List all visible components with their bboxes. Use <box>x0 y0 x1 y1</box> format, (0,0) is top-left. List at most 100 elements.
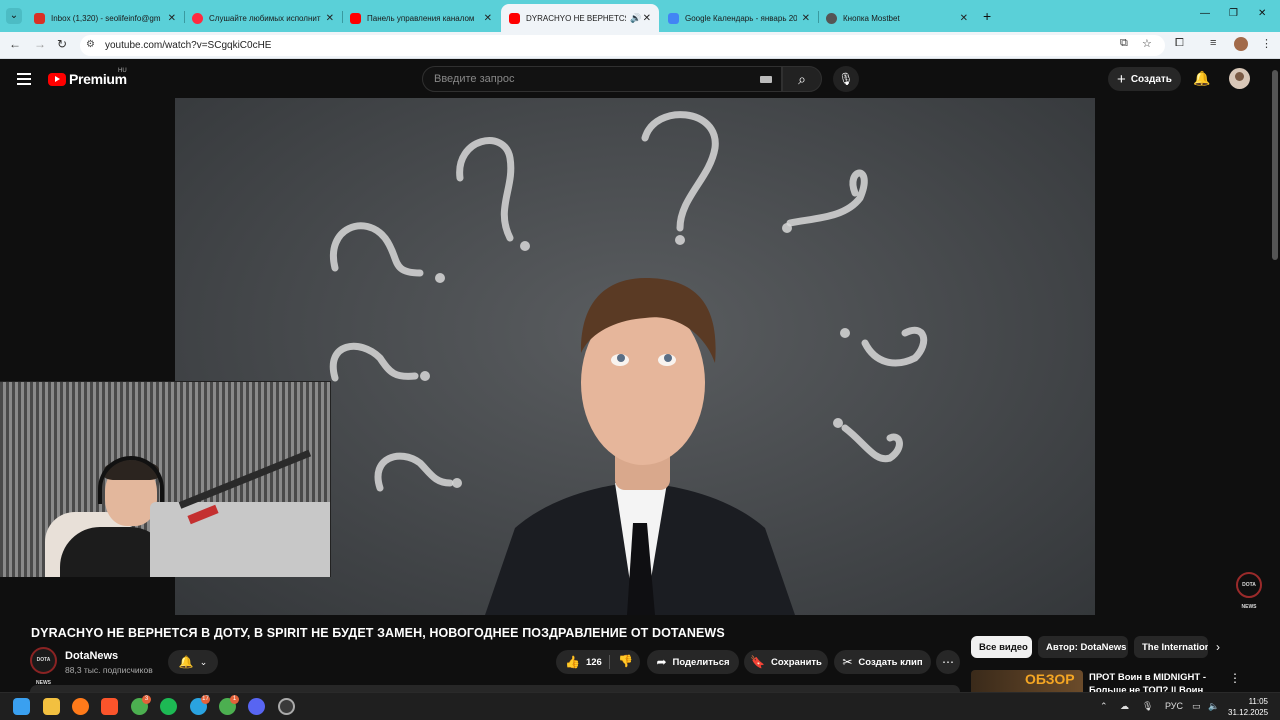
chevron-right-icon[interactable]: › <box>1216 640 1220 654</box>
bookmark-star-icon[interactable]: ☆ <box>1142 37 1152 50</box>
tab-close-button[interactable]: ✕ <box>802 13 810 24</box>
create-label: Создать <box>1130 73 1172 85</box>
menu-icon[interactable] <box>17 73 31 88</box>
recommended-video-thumbnail[interactable]: ОБЗОР <box>971 670 1083 692</box>
dislike-icon[interactable]: 👎 <box>618 654 633 668</box>
question-mark-drawing <box>786 169 868 227</box>
channel-name[interactable]: DotaNews <box>65 650 118 662</box>
tab-close-button[interactable]: ✕ <box>168 13 176 24</box>
scissors-icon: ✂ <box>842 655 853 669</box>
country-code: HU <box>118 68 127 74</box>
more-actions-button[interactable]: ⋯ <box>936 650 960 674</box>
keyboard-icon[interactable] <box>760 76 772 83</box>
tray-mic-icon[interactable]: 🎙 <box>1142 701 1153 712</box>
youtube-header: Premium HU Введите запрос ⌕ 🎙 + Создать … <box>0 60 1280 98</box>
minimize-icon[interactable]: — <box>1200 8 1210 19</box>
more-vertical-icon[interactable]: ⋮ <box>1229 671 1241 685</box>
bell-icon: 🔔 <box>178 655 194 669</box>
profile-avatar[interactable] <box>1234 37 1248 51</box>
new-tab-button[interactable]: + <box>983 8 991 24</box>
monitor <box>150 502 330 577</box>
channel-avatar[interactable]: DOTA NEWS <box>30 647 57 686</box>
page-scrollbar[interactable] <box>1272 70 1278 260</box>
search-placeholder: Введите запрос <box>434 73 515 85</box>
bookmark-icon: 🔖 <box>750 655 766 669</box>
save-button[interactable]: 🔖 Сохранить <box>744 650 828 674</box>
tab-search-button[interactable]: ⌄ <box>6 8 22 24</box>
search-input[interactable]: Введите запрос <box>422 66 782 92</box>
search-button[interactable]: ⌕ <box>782 66 822 92</box>
like-count[interactable]: 126 <box>586 657 602 668</box>
notification-badge: 3 <box>142 695 151 704</box>
youtube-premium-logo[interactable]: Premium HU <box>48 68 127 87</box>
obs-icon[interactable] <box>278 698 295 715</box>
question-mark-drawing <box>329 222 424 277</box>
media-control-icon[interactable]: ≡ <box>1210 37 1216 49</box>
tab-title: Кнопка Mostbet <box>843 13 900 23</box>
music-icon <box>192 12 203 24</box>
tab-music[interactable]: Слушайте любимых исполнит ✕ <box>184 4 342 32</box>
firefox-icon[interactable] <box>72 698 89 715</box>
voice-search-button[interactable]: 🎙 <box>833 66 859 92</box>
site-info-icon[interactable]: ⚙ <box>86 39 95 50</box>
tab-youtube-studio[interactable]: Панель управления каналом ✕ <box>342 4 500 32</box>
chevron-down-icon: ⌄ <box>199 656 208 667</box>
window-close-icon[interactable]: ✕ <box>1258 8 1266 19</box>
browser-menu-icon[interactable]: ⋮ <box>1261 37 1272 50</box>
description-box[interactable] <box>30 685 960 692</box>
brave-icon[interactable] <box>101 698 118 715</box>
search-icon: ⌕ <box>798 71 806 87</box>
chip-author[interactable]: Автор: DotaNews <box>1038 636 1128 658</box>
save-label: Сохранить <box>771 656 822 668</box>
microphone-icon: 🎙 <box>838 72 854 86</box>
clip-button[interactable]: ✂ Создать клип <box>834 650 931 674</box>
spotify-icon[interactable] <box>160 698 177 715</box>
speaker-icon[interactable]: 🔊 <box>630 13 641 24</box>
notifications-bell-icon[interactable]: 🔔 <box>1193 70 1210 87</box>
url-text: youtube.com/watch?v=SCgqkiC0cHE <box>105 40 272 51</box>
chip-the-international[interactable]: The Internation <box>1134 636 1208 658</box>
forward-icon[interactable]: → <box>34 37 46 51</box>
tab-youtube-video[interactable]: DYRACHYO НЕ ВЕРНЕТСЯ В 🔊 ✕ <box>501 4 659 32</box>
reload-icon[interactable]: ↻ <box>57 37 67 51</box>
tab-calendar[interactable]: Google Календарь - январь 20 ✕ <box>660 4 818 32</box>
notification-badge: 17 <box>201 695 210 704</box>
channel-watermark[interactable]: DOTA NEWS <box>1236 572 1262 610</box>
globe-icon <box>826 12 837 24</box>
tab-close-button[interactable]: ✕ <box>484 13 492 24</box>
create-button[interactable]: + Создать <box>1108 67 1181 91</box>
input-language[interactable]: РУС <box>1165 701 1183 711</box>
clock-date: 31.12.2025 <box>1228 708 1269 717</box>
address-bar[interactable]: ⚙ youtube.com/watch?v=SCgqkiC0cHE <box>80 35 1165 56</box>
windows-start-icon[interactable] <box>13 698 30 715</box>
back-icon[interactable]: ← <box>9 37 21 51</box>
tray-expand-icon[interactable]: ⌃ <box>1100 701 1108 712</box>
install-app-icon[interactable]: ⧉ <box>1120 37 1128 50</box>
mic-arm <box>178 449 312 509</box>
like-divider <box>609 655 610 669</box>
volume-icon[interactable]: 🔈 <box>1208 701 1219 712</box>
file-explorer-icon[interactable] <box>43 698 60 715</box>
browser-tab-strip: ⌄ Inbox (1,320) - seolifeinfo@gm ✕ Слуша… <box>0 0 1280 32</box>
tab-close-button[interactable]: ✕ <box>326 13 334 24</box>
discord-icon[interactable] <box>248 698 265 715</box>
network-icon[interactable]: ▭ <box>1192 701 1201 712</box>
chip-all-videos[interactable]: Все видео <box>971 636 1032 658</box>
webcam-overlay <box>0 381 331 577</box>
system-clock[interactable]: 11:05 31.12.2025 <box>1228 696 1268 718</box>
subscription-bell-button[interactable]: 🔔 ⌄ <box>168 650 218 674</box>
tray-app-icon[interactable]: ☁ <box>1120 701 1129 712</box>
share-button[interactable]: ➦ Поделиться <box>647 650 739 674</box>
youtube-studio-icon <box>350 12 361 24</box>
tab-mostbet[interactable]: Кнопка Mostbet ✕ <box>818 4 976 32</box>
question-mark-drawing <box>329 342 419 382</box>
extensions-icon[interactable]: ⧠ <box>1175 37 1184 50</box>
tab-close-button[interactable]: ✕ <box>960 13 968 24</box>
account-avatar[interactable] <box>1229 68 1250 89</box>
tab-close-button[interactable]: ✕ <box>643 13 651 24</box>
restore-icon[interactable]: ❐ <box>1229 8 1238 19</box>
tab-title: Inbox (1,320) - seolifeinfo@gm <box>51 13 161 23</box>
recommended-video-title[interactable]: ПРОТ Воин в MIDNIGHT - Больше не ТОП? ||… <box>1089 671 1214 692</box>
tab-gmail[interactable]: Inbox (1,320) - seolifeinfo@gm ✕ <box>26 4 184 32</box>
like-icon[interactable]: 👍 <box>565 655 580 669</box>
